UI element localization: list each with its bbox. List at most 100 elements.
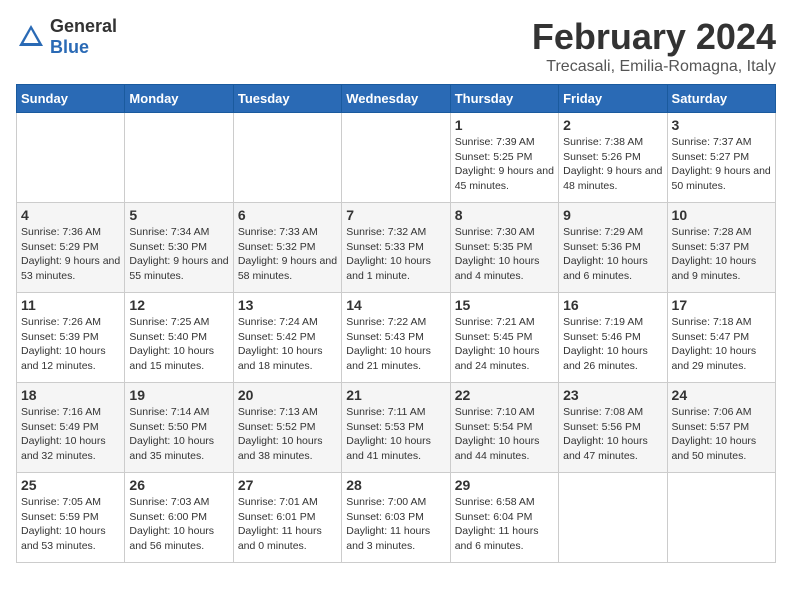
- day-number: 27: [238, 477, 337, 493]
- day-number: 24: [672, 387, 771, 403]
- calendar-cell: 20 Sunrise: 7:13 AM Sunset: 5:52 PM Dayli…: [233, 383, 341, 473]
- calendar-cell: 17 Sunrise: 7:18 AM Sunset: 5:47 PM Dayli…: [667, 293, 775, 383]
- day-info: Sunrise: 7:24 AM Sunset: 5:42 PM Dayligh…: [238, 315, 337, 374]
- day-info: Sunrise: 7:03 AM Sunset: 6:00 PM Dayligh…: [129, 495, 228, 554]
- header: General Blue February 2024 Trecasali, Em…: [16, 16, 776, 76]
- day-info: Sunrise: 7:19 AM Sunset: 5:46 PM Dayligh…: [563, 315, 662, 374]
- calendar-cell: 27 Sunrise: 7:01 AM Sunset: 6:01 PM Dayli…: [233, 473, 341, 563]
- day-info: Sunrise: 7:37 AM Sunset: 5:27 PM Dayligh…: [672, 135, 771, 194]
- title-section: February 2024 Trecasali, Emilia-Romagna,…: [532, 16, 776, 76]
- logo-blue: Blue: [50, 37, 89, 57]
- day-number: 6: [238, 207, 337, 223]
- day-number: 13: [238, 297, 337, 313]
- day-info: Sunrise: 7:28 AM Sunset: 5:37 PM Dayligh…: [672, 225, 771, 284]
- header-row: SundayMondayTuesdayWednesdayThursdayFrid…: [17, 85, 776, 113]
- day-number: 16: [563, 297, 662, 313]
- day-info: Sunrise: 7:34 AM Sunset: 5:30 PM Dayligh…: [129, 225, 228, 284]
- calendar-cell: 14 Sunrise: 7:22 AM Sunset: 5:43 PM Dayli…: [342, 293, 450, 383]
- week-row-2: 4Sunrise: 7:36 AM Sunset: 5:29 PM Daylig…: [17, 203, 776, 293]
- calendar-cell: [342, 113, 450, 203]
- header-cell-monday: Monday: [125, 85, 233, 113]
- day-number: 29: [455, 477, 554, 493]
- header-cell-sunday: Sunday: [17, 85, 125, 113]
- day-info: Sunrise: 7:33 AM Sunset: 5:32 PM Dayligh…: [238, 225, 337, 284]
- logo-general: General: [50, 16, 117, 36]
- day-number: 23: [563, 387, 662, 403]
- calendar-cell: 15Sunrise: 7:21 AM Sunset: 5:45 PM Dayli…: [450, 293, 558, 383]
- calendar-cell: 5Sunrise: 7:34 AM Sunset: 5:30 PM Daylig…: [125, 203, 233, 293]
- header-cell-wednesday: Wednesday: [342, 85, 450, 113]
- header-cell-friday: Friday: [559, 85, 667, 113]
- day-number: 1: [455, 117, 554, 133]
- day-number: 3: [672, 117, 771, 133]
- day-info: Sunrise: 7:05 AM Sunset: 5:59 PM Dayligh…: [21, 495, 120, 554]
- day-number: 21: [346, 387, 445, 403]
- calendar-cell: [667, 473, 775, 563]
- day-number: 12: [129, 297, 228, 313]
- calendar-cell: 10 Sunrise: 7:28 AM Sunset: 5:37 PM Dayli…: [667, 203, 775, 293]
- calendar-cell: 29Sunrise: 6:58 AM Sunset: 6:04 PM Dayli…: [450, 473, 558, 563]
- day-number: 2: [563, 117, 662, 133]
- subtitle: Trecasali, Emilia-Romagna, Italy: [532, 58, 776, 76]
- day-number: 28: [346, 477, 445, 493]
- day-info: Sunrise: 7:13 AM Sunset: 5:52 PM Dayligh…: [238, 405, 337, 464]
- day-info: Sunrise: 7:25 AM Sunset: 5:40 PM Dayligh…: [129, 315, 228, 374]
- day-number: 26: [129, 477, 228, 493]
- week-row-1: 1 Sunrise: 7:39 AM Sunset: 5:25 PM Daylig…: [17, 113, 776, 203]
- day-info: Sunrise: 7:21 AM Sunset: 5:45 PM Dayligh…: [455, 315, 554, 374]
- header-cell-thursday: Thursday: [450, 85, 558, 113]
- calendar-cell: 6 Sunrise: 7:33 AM Sunset: 5:32 PM Daylig…: [233, 203, 341, 293]
- calendar-cell: 21 Sunrise: 7:11 AM Sunset: 5:53 PM Dayli…: [342, 383, 450, 473]
- day-info: Sunrise: 7:26 AM Sunset: 5:39 PM Dayligh…: [21, 315, 120, 374]
- day-number: 17: [672, 297, 771, 313]
- calendar-header: SundayMondayTuesdayWednesdayThursdayFrid…: [17, 85, 776, 113]
- calendar-cell: 12 Sunrise: 7:25 AM Sunset: 5:40 PM Dayli…: [125, 293, 233, 383]
- calendar-cell: 1 Sunrise: 7:39 AM Sunset: 5:25 PM Daylig…: [450, 113, 558, 203]
- day-info: Sunrise: 7:11 AM Sunset: 5:53 PM Dayligh…: [346, 405, 445, 464]
- day-info: Sunrise: 7:30 AM Sunset: 5:35 PM Dayligh…: [455, 225, 554, 284]
- calendar-cell: [125, 113, 233, 203]
- calendar-cell: 2 Sunrise: 7:38 AM Sunset: 5:26 PM Daylig…: [559, 113, 667, 203]
- day-number: 14: [346, 297, 445, 313]
- calendar-cell: 8Sunrise: 7:30 AM Sunset: 5:35 PM Daylig…: [450, 203, 558, 293]
- day-number: 18: [21, 387, 120, 403]
- calendar-cell: 4Sunrise: 7:36 AM Sunset: 5:29 PM Daylig…: [17, 203, 125, 293]
- calendar-cell: 13 Sunrise: 7:24 AM Sunset: 5:42 PM Dayli…: [233, 293, 341, 383]
- calendar-cell: [233, 113, 341, 203]
- calendar-cell: 22 Sunrise: 7:10 AM Sunset: 5:54 PM Dayli…: [450, 383, 558, 473]
- logo: General Blue: [16, 16, 117, 58]
- day-number: 22: [455, 387, 554, 403]
- day-info: Sunrise: 7:29 AM Sunset: 5:36 PM Dayligh…: [563, 225, 662, 284]
- week-row-3: 11 Sunrise: 7:26 AM Sunset: 5:39 PM Dayli…: [17, 293, 776, 383]
- day-info: Sunrise: 7:38 AM Sunset: 5:26 PM Dayligh…: [563, 135, 662, 194]
- calendar-cell: 9Sunrise: 7:29 AM Sunset: 5:36 PM Daylig…: [559, 203, 667, 293]
- week-row-5: 25Sunrise: 7:05 AM Sunset: 5:59 PM Dayli…: [17, 473, 776, 563]
- day-info: Sunrise: 7:14 AM Sunset: 5:50 PM Dayligh…: [129, 405, 228, 464]
- calendar-cell: 24 Sunrise: 7:06 AM Sunset: 5:57 PM Dayli…: [667, 383, 775, 473]
- day-number: 11: [21, 297, 120, 313]
- logo-icon: [16, 22, 46, 52]
- day-info: Sunrise: 7:22 AM Sunset: 5:43 PM Dayligh…: [346, 315, 445, 374]
- calendar-body: 1 Sunrise: 7:39 AM Sunset: 5:25 PM Daylig…: [17, 113, 776, 563]
- day-info: Sunrise: 7:32 AM Sunset: 5:33 PM Dayligh…: [346, 225, 445, 284]
- calendar-cell: 25Sunrise: 7:05 AM Sunset: 5:59 PM Dayli…: [17, 473, 125, 563]
- day-number: 20: [238, 387, 337, 403]
- calendar-cell: 3 Sunrise: 7:37 AM Sunset: 5:27 PM Daylig…: [667, 113, 775, 203]
- day-info: Sunrise: 7:08 AM Sunset: 5:56 PM Dayligh…: [563, 405, 662, 464]
- day-info: Sunrise: 7:06 AM Sunset: 5:57 PM Dayligh…: [672, 405, 771, 464]
- day-info: Sunrise: 7:18 AM Sunset: 5:47 PM Dayligh…: [672, 315, 771, 374]
- day-number: 19: [129, 387, 228, 403]
- day-info: Sunrise: 7:10 AM Sunset: 5:54 PM Dayligh…: [455, 405, 554, 464]
- calendar-cell: 18 Sunrise: 7:16 AM Sunset: 5:49 PM Dayli…: [17, 383, 125, 473]
- calendar-cell: 7Sunrise: 7:32 AM Sunset: 5:33 PM Daylig…: [342, 203, 450, 293]
- header-cell-saturday: Saturday: [667, 85, 775, 113]
- day-number: 4: [21, 207, 120, 223]
- day-info: Sunrise: 7:16 AM Sunset: 5:49 PM Dayligh…: [21, 405, 120, 464]
- calendar-cell: 11 Sunrise: 7:26 AM Sunset: 5:39 PM Dayli…: [17, 293, 125, 383]
- calendar-cell: 26 Sunrise: 7:03 AM Sunset: 6:00 PM Dayli…: [125, 473, 233, 563]
- day-info: Sunrise: 7:39 AM Sunset: 5:25 PM Dayligh…: [455, 135, 554, 194]
- day-number: 10: [672, 207, 771, 223]
- day-info: Sunrise: 7:00 AM Sunset: 6:03 PM Dayligh…: [346, 495, 445, 554]
- calendar-cell: [17, 113, 125, 203]
- day-info: Sunrise: 7:01 AM Sunset: 6:01 PM Dayligh…: [238, 495, 337, 554]
